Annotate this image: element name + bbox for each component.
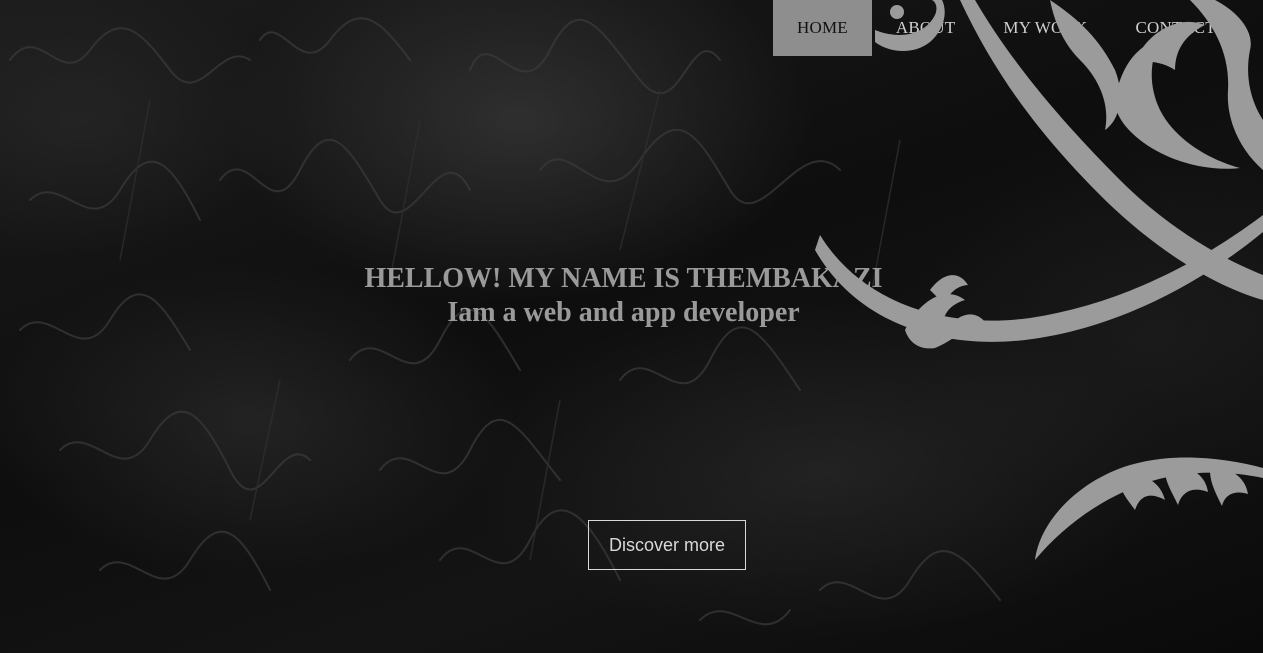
nav-contact[interactable]: CONTACT <box>1111 0 1239 56</box>
top-nav: HOME ABOUT MY WORK CONTACT <box>773 0 1240 56</box>
hero-headline: HELLOW! MY NAME IS THEMBAKAZI Iam a web … <box>0 262 1263 330</box>
nav-my-work[interactable]: MY WORK <box>979 0 1111 56</box>
discover-more-button[interactable]: Discover more <box>588 520 746 570</box>
hero-title: HELLOW! MY NAME IS THEMBAKAZI <box>364 263 883 294</box>
hero-subtitle: Iam a web and app developer <box>447 297 800 328</box>
hero-section: HOME ABOUT MY WORK CONTACT HELLOW! MY NA… <box>0 0 1263 653</box>
nav-about[interactable]: ABOUT <box>872 0 980 56</box>
nav-home[interactable]: HOME <box>773 0 872 56</box>
